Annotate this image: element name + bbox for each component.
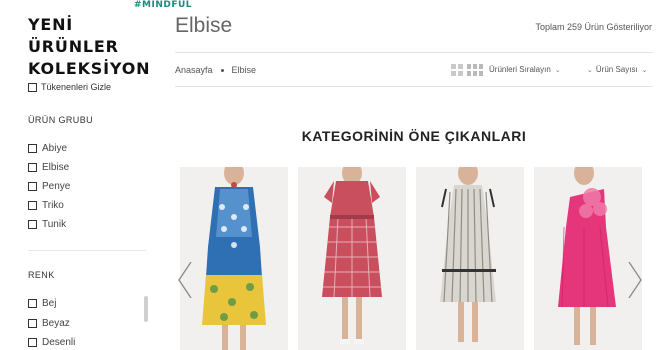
collection-title-line2: KOLEKSİYON: [28, 59, 151, 78]
header-divider: [175, 52, 653, 53]
filter-divider: [28, 250, 146, 251]
breadcrumb-current: Elbise: [231, 65, 257, 75]
product-group-title: ÜRÜN GRUBU: [28, 115, 94, 125]
filter-color-bej[interactable]: Bej: [28, 298, 56, 309]
grid-view-toggle: [451, 63, 487, 81]
filter-option-label: Beyaz: [42, 318, 70, 329]
breadcrumb-separator: [220, 68, 224, 72]
filter-group-triko[interactable]: Triko: [28, 200, 64, 211]
page-title: Elbise: [175, 14, 233, 37]
filter-sidebar: #MINDFUL YENİ ÜRÜNLER KOLEKSİYON Tükenen…: [0, 0, 192, 350]
checkbox-box[interactable]: [28, 182, 37, 191]
featured-title: KATEGORİNİN ÖNE ÇIKANLARI: [301, 128, 527, 144]
filter-color-beyaz[interactable]: Beyaz: [28, 318, 70, 329]
checkbox-box[interactable]: [28, 163, 37, 172]
breadcrumb-home-link[interactable]: Anasayfa: [175, 65, 213, 75]
breadcrumb: Anasayfa Elbise: [175, 65, 256, 75]
filter-group-tunik[interactable]: Tunik: [28, 219, 66, 230]
dress-image: [416, 167, 524, 350]
carousel-prev-arrow-icon[interactable]: [178, 262, 192, 298]
checkbox-box[interactable]: [28, 82, 37, 92]
collection-title[interactable]: YENİ ÜRÜNLER KOLEKSİYON: [28, 14, 160, 80]
checkbox-box[interactable]: [28, 338, 37, 347]
filter-option-label: Triko: [42, 200, 64, 211]
product-total: Toplam 259 Ürün Gösteriliyor: [535, 22, 652, 32]
filter-option-label: Bej: [42, 298, 57, 309]
filter-option-label: Tunik: [42, 219, 67, 230]
filter-group-elbise[interactable]: Elbise: [28, 162, 69, 173]
product-card[interactable]: [416, 167, 524, 350]
filter-option-label: Abiye: [42, 143, 68, 154]
sort-label: Ürünleri Sıralayın: [489, 65, 551, 74]
filter-option-label: Elbise: [42, 162, 70, 173]
chevron-down-icon: ⌄: [641, 66, 648, 74]
checkbox-box[interactable]: [28, 144, 37, 153]
sort-dropdown[interactable]: Ürünleri Sıralayın ⌄: [489, 65, 561, 74]
brand-tag: #MINDFUL: [134, 0, 193, 10]
filter-group-penye[interactable]: Penye: [28, 181, 70, 192]
checkbox-box[interactable]: [28, 319, 37, 328]
filter-color-desenli[interactable]: Desenli: [28, 337, 75, 348]
grid-3-icon[interactable]: [467, 63, 483, 81]
carousel-next-arrow-icon[interactable]: [628, 262, 642, 298]
collection-title-line1: YENİ ÜRÜNLER: [28, 15, 119, 56]
checkbox-box[interactable]: [28, 299, 37, 308]
dress-image: [298, 167, 406, 350]
dress-image: [180, 167, 288, 350]
filter-group-abiye[interactable]: Abiye: [28, 143, 67, 154]
dress-image: [534, 167, 642, 350]
chevron-down-icon: ⌄: [554, 66, 561, 74]
toolbar-divider: [175, 86, 653, 87]
chevron-down-icon: ⌄: [587, 66, 593, 74]
filter-scrollbar[interactable]: [144, 296, 148, 322]
hide-out-of-stock-checkbox[interactable]: Tükenenleri Gizle: [28, 82, 111, 92]
filter-option-label: Penye: [42, 181, 71, 192]
color-title: RENK: [28, 270, 55, 280]
product-card[interactable]: [534, 167, 642, 350]
product-card[interactable]: [298, 167, 406, 350]
grid-2-icon[interactable]: [451, 63, 463, 81]
product-card[interactable]: [180, 167, 288, 350]
hide-out-of-stock-label: Tükenenleri Gizle: [41, 82, 112, 92]
product-count-dropdown[interactable]: ⌄ Ürün Sayısı ⌄: [587, 65, 651, 74]
filter-option-label: Desenli: [42, 337, 76, 348]
checkbox-box[interactable]: [28, 220, 37, 229]
count-label: Ürün Sayısı: [595, 65, 638, 74]
checkbox-box[interactable]: [28, 201, 37, 210]
